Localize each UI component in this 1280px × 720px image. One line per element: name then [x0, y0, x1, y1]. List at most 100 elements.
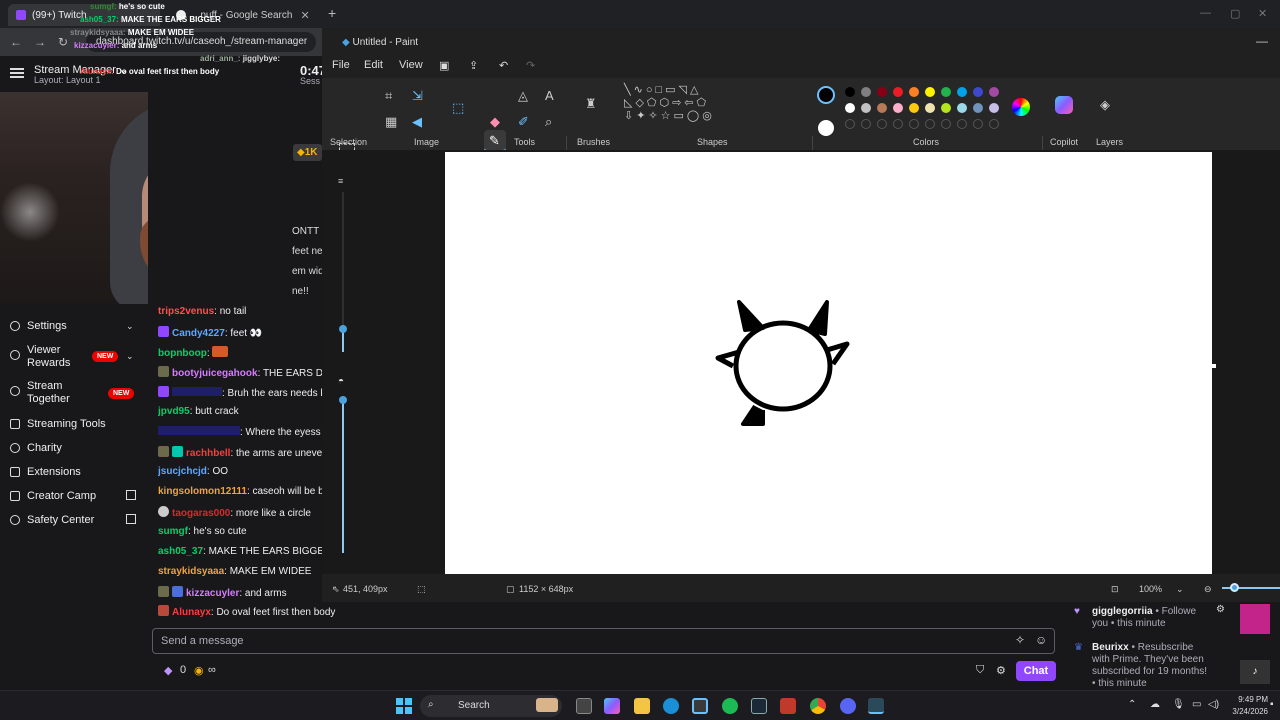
tray-app-icon[interactable]: ☁	[1150, 699, 1160, 710]
new-tab-icon[interactable]: +	[328, 5, 336, 21]
chrome-icon[interactable]	[810, 698, 826, 714]
color-swatch[interactable]	[909, 87, 919, 97]
chat-username[interactable]	[172, 387, 222, 396]
image-tools-icon[interactable]: ⬚	[452, 100, 464, 116]
color-swatch[interactable]	[845, 87, 855, 97]
feed-item-follow[interactable]: gigglegorriia • Followe you • this minut…	[1092, 606, 1212, 630]
chat-username[interactable]: bopnboop	[158, 348, 207, 359]
rotate-icon[interactable]: ◀	[412, 114, 422, 130]
color-swatch[interactable]	[877, 119, 887, 129]
color-swatch[interactable]	[909, 103, 919, 113]
color-swatch[interactable]	[861, 119, 871, 129]
volume-icon[interactable]: ◁)	[1208, 699, 1219, 710]
color-swatch[interactable]	[845, 103, 855, 113]
nav-charity[interactable]: Charity	[10, 442, 62, 454]
app-icon[interactable]	[780, 698, 796, 714]
nav-viewer-rewards[interactable]: Viewer Rewards	[10, 344, 70, 370]
crop-icon[interactable]: ⌗	[385, 88, 392, 104]
chat-username[interactable]: Alunayx	[172, 607, 211, 618]
nav-creator-camp[interactable]: Creator Camp	[10, 490, 96, 502]
color-swatch[interactable]	[845, 119, 855, 129]
redo-icon[interactable]: ↷	[526, 59, 535, 72]
file-explorer-icon[interactable]	[634, 698, 650, 714]
color-swatch[interactable]	[893, 87, 903, 97]
paint-taskbar-icon[interactable]	[868, 698, 884, 714]
emote-picker-icon[interactable]: ☺	[1035, 633, 1047, 647]
secondary-color[interactable]	[818, 120, 834, 136]
save-icon[interactable]: ▣	[439, 59, 449, 72]
color-swatch[interactable]	[925, 103, 935, 113]
discord-icon[interactable]	[840, 698, 856, 714]
drawing-canvas[interactable]	[445, 152, 1212, 576]
color-swatch[interactable]	[861, 87, 871, 97]
notifications-icon[interactable]: ▪	[1270, 699, 1274, 710]
copilot-icon[interactable]	[1055, 96, 1073, 114]
message-input[interactable]: Send a message ✧ ☺	[152, 628, 1055, 654]
network-icon[interactable]: ▭	[1192, 699, 1201, 710]
chevron-down-icon[interactable]: ⌄	[126, 351, 134, 362]
select-all-icon[interactable]: ▦	[385, 114, 397, 130]
color-swatch[interactable]	[877, 87, 887, 97]
zoom-slider-knob[interactable]	[1230, 583, 1239, 592]
chat-username[interactable]	[158, 426, 240, 435]
tiktok-icon[interactable]: ♪	[1240, 660, 1270, 684]
chat-username[interactable]: trips2venus	[158, 306, 214, 317]
external-link-icon[interactable]	[126, 490, 136, 500]
back-icon[interactable]: ←	[10, 35, 22, 49]
color-swatch[interactable]	[893, 119, 903, 129]
nav-settings[interactable]: Settings	[10, 320, 67, 332]
edit-colors-icon[interactable]	[1012, 98, 1030, 116]
task-view-icon[interactable]	[576, 698, 592, 714]
chat-username[interactable]: kingsolomon12111	[158, 486, 247, 497]
resize-icon[interactable]: ⇲	[412, 88, 423, 104]
chevron-down-icon[interactable]: ⌄	[126, 321, 134, 332]
store-icon[interactable]	[692, 698, 708, 714]
mod-shield-icon[interactable]: ⛉	[976, 664, 984, 677]
color-picker-icon[interactable]: ✐	[518, 114, 529, 130]
color-swatch[interactable]	[973, 87, 983, 97]
color-swatch[interactable]	[989, 87, 999, 97]
color-swatch[interactable]	[973, 119, 983, 129]
color-swatch[interactable]	[909, 119, 919, 129]
windows-start-icon[interactable]	[396, 698, 412, 714]
color-swatch[interactable]	[957, 119, 967, 129]
menu-icon[interactable]	[10, 68, 24, 78]
color-swatch[interactable]	[941, 103, 951, 113]
brush-icon[interactable]: ♜	[585, 96, 597, 112]
edge-icon[interactable]	[663, 698, 679, 714]
taskbar-search[interactable]: ⌕ Search	[420, 695, 562, 717]
chat-username[interactable]: straykidsyaaa	[158, 566, 224, 577]
text-icon[interactable]: A	[545, 88, 554, 103]
color-swatch[interactable]	[941, 87, 951, 97]
opacity-slider-fill[interactable]	[342, 398, 344, 553]
chat-username[interactable]: bootyjuicegahook	[172, 368, 258, 379]
color-swatch[interactable]	[989, 119, 999, 129]
menu-edit[interactable]: Edit	[364, 59, 383, 71]
size-slider-knob[interactable]	[339, 325, 347, 333]
zoom-out-icon[interactable]: ⊖	[1204, 584, 1212, 595]
canvas-resize-handle[interactable]	[1212, 364, 1216, 368]
color-swatch[interactable]	[989, 103, 999, 113]
spotify-icon[interactable]	[722, 698, 738, 714]
microphone-icon[interactable]: 🎙	[1172, 699, 1185, 710]
color-swatch[interactable]	[941, 119, 951, 129]
clock[interactable]: 9:49 PM 3/24/2026	[1228, 694, 1268, 718]
chat-button[interactable]: Chat	[1016, 661, 1056, 681]
zoom-dropdown-icon[interactable]: ⌄	[1176, 584, 1184, 595]
feed-item-resub[interactable]: Beurixx • Resubscribe with Prime. They'v…	[1092, 642, 1212, 690]
magnifier-icon[interactable]: ⌕	[545, 114, 552, 130]
nav-safety-center[interactable]: Safety Center	[10, 514, 94, 526]
chat-username[interactable]: jpvd95	[158, 406, 190, 417]
undo-icon[interactable]: ↶	[499, 59, 508, 72]
color-swatch[interactable]	[893, 103, 903, 113]
chat-settings-gear-icon[interactable]: ⚙	[996, 664, 1006, 677]
zoom-level[interactable]: 100%	[1139, 584, 1162, 594]
steam-icon[interactable]	[751, 698, 767, 714]
color-swatch[interactable]	[957, 87, 967, 97]
copilot-taskbar-icon[interactable]	[604, 698, 620, 714]
layers-icon[interactable]: ◈	[1100, 97, 1110, 113]
chat-username[interactable]: sumgf	[158, 526, 188, 537]
chat-username[interactable]: taogaras000	[172, 508, 230, 519]
nav-streaming-tools[interactable]: Streaming Tools	[10, 418, 106, 430]
fill-icon[interactable]: ◬	[518, 88, 528, 104]
